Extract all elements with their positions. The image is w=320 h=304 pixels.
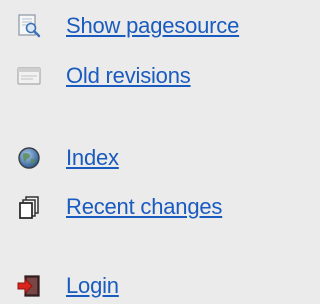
- old-revisions-label: Old revisions: [66, 63, 191, 88]
- revisions-icon: [14, 61, 44, 91]
- index-link[interactable]: Index: [14, 140, 119, 176]
- login-label: Login: [66, 273, 119, 298]
- login-icon: [14, 271, 44, 301]
- show-pagesource-link[interactable]: Show pagesource: [14, 8, 239, 44]
- recent-changes-link[interactable]: Recent changes: [14, 189, 222, 225]
- old-revisions-link[interactable]: Old revisions: [14, 58, 191, 94]
- page-source-icon: [14, 11, 44, 41]
- recent-changes-label: Recent changes: [66, 194, 223, 219]
- index-label: Index: [66, 145, 119, 170]
- tools-menu: Show pagesource Old revisions Index Rece…: [0, 0, 276, 298]
- show-pagesource-label: Show pagesource: [66, 13, 240, 38]
- recent-changes-icon: [14, 192, 44, 222]
- globe-icon: [14, 143, 44, 173]
- login-link[interactable]: Login: [14, 268, 119, 304]
